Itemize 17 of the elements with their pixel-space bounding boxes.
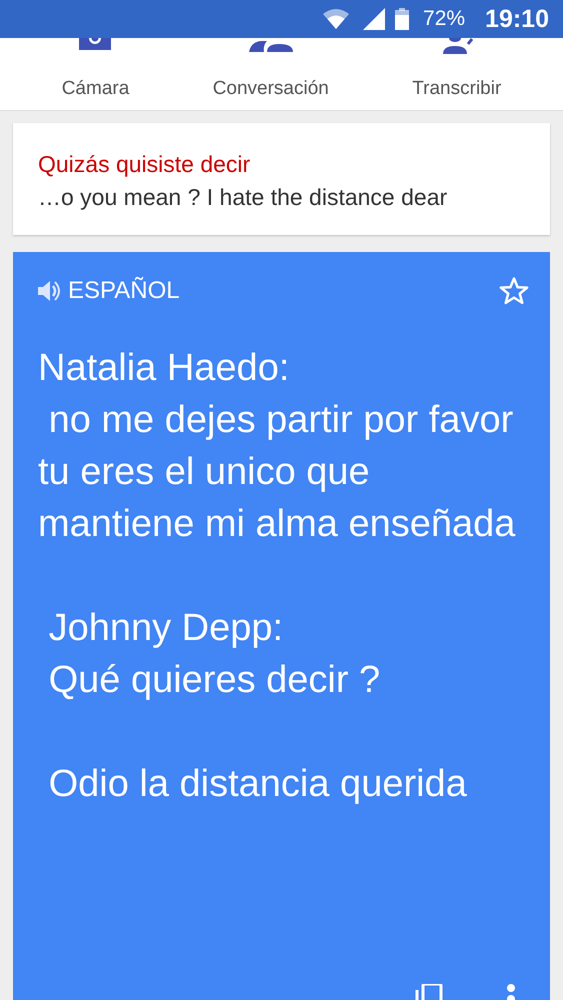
battery-level: 72% [423,7,466,31]
wifi-icon [323,9,350,29]
speaker-icon[interactable] [38,280,62,302]
suggestion-title: Quizás quisiste decir [38,151,252,178]
mode-tab[interactable]: Transcribir [412,38,502,110]
translated-text: Natalia Haedo: no me dejes partir por favor tu eres el unico que mantiene mi alma enseñada Johnny Depp: Qué quieres decir ? Odio la distancia querida [38,346,516,807]
battery-icon [395,8,410,30]
copy-icon[interactable] [415,984,443,1000]
suggestion-card[interactable]: Quizás quisiste decir …o you mean ? I hate the distance dear [13,123,550,235]
signal-icon [363,8,386,30]
more-icon[interactable] [507,984,515,1000]
suggestion-text: …o you mean ? I hate the distance dear [38,184,448,211]
clock: 19:10 [485,4,549,34]
mode-tab[interactable]: Cámara [62,38,130,110]
mode-tab[interactable]: Conversación [212,38,329,110]
star-icon[interactable] [499,276,529,306]
language-label: ESPAÑOL [68,277,180,305]
